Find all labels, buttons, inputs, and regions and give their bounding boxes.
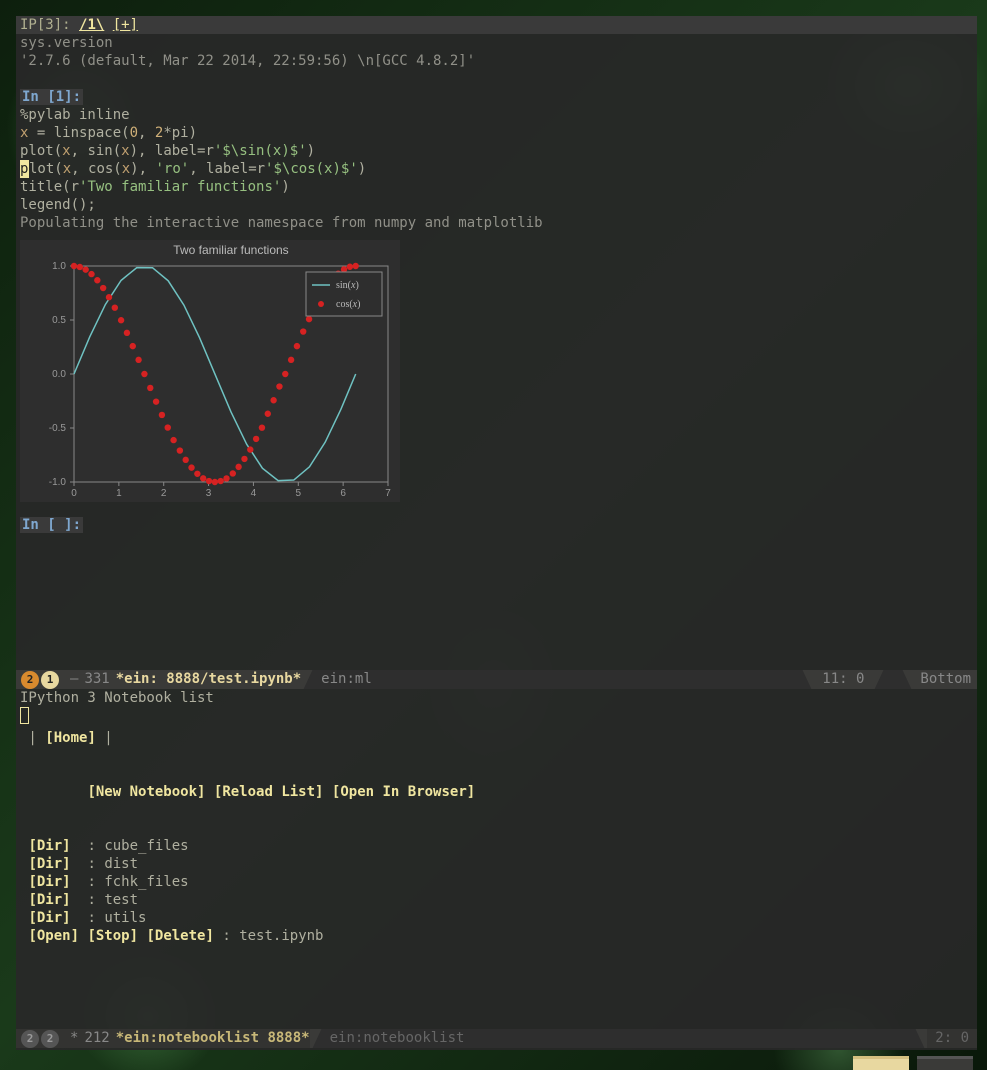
add-worksheet-button[interactable]: [+]	[113, 17, 138, 33]
dir-button[interactable]: [Dir]	[28, 874, 70, 890]
cell-0-output: sys.version '2.7.6 (default, Mar 22 2014…	[16, 34, 977, 70]
svg-text:6: 6	[340, 488, 346, 499]
dir-name[interactable]: cube_files	[104, 838, 188, 854]
buffer-padding	[16, 560, 977, 670]
taskbar-button[interactable]	[917, 1056, 973, 1070]
in-prompt: In [1]:	[20, 89, 83, 105]
list-item: [Dir] : dist	[20, 855, 973, 873]
code-line[interactable]: plot(x, sin(x), label=r'$\sin(x)$')	[20, 142, 973, 160]
output-line: '2.7.6 (default, Mar 22 2014, 22:59:56) …	[20, 52, 973, 70]
svg-text:0.5: 0.5	[52, 315, 66, 326]
code-line[interactable]: plot(x, cos(x), 'ro', label=r'$\cos(x)$'…	[20, 160, 973, 178]
svg-text:7: 7	[385, 488, 391, 499]
workspace-indicator[interactable]: 2	[21, 1030, 39, 1048]
svg-text:cos(x): cos(x)	[336, 299, 360, 310]
modified-indicator: —	[70, 670, 78, 689]
svg-text:2: 2	[161, 488, 167, 499]
svg-text:0: 0	[71, 488, 77, 499]
modified-indicator: *	[70, 1029, 78, 1048]
dir-button[interactable]: [Dir]	[28, 910, 70, 926]
delete-button[interactable]: [Delete]	[146, 928, 213, 944]
svg-text:5: 5	[296, 488, 302, 499]
svg-text:0.0: 0.0	[52, 369, 66, 380]
open-button[interactable]: [Open]	[28, 928, 79, 944]
svg-text:1.0: 1.0	[52, 261, 66, 272]
scroll-position: Bottom	[914, 670, 977, 689]
code-line[interactable]: x = linspace(0, 2*pi)	[20, 124, 973, 142]
list-item: [Dir] : test	[20, 891, 973, 909]
svg-text:sin(x): sin(x)	[336, 280, 359, 291]
modeline-bottom: 2 2 * 212 *ein:notebooklist 8888* ein:no…	[16, 1029, 977, 1048]
file-name[interactable]: test.ipynb	[239, 928, 323, 944]
reload-list-button[interactable]: [Reload List]	[214, 784, 324, 800]
plot-output: Two familiar functions 0 1 2 3 4 5 6 7 -1.0 -0.5 0.…	[20, 240, 400, 502]
list-item: [Dir] : fchk_files	[20, 873, 973, 891]
dir-button[interactable]: [Dir]	[28, 838, 70, 854]
point-cursor: p	[20, 160, 29, 178]
notebooklist-buffer[interactable]: IPython 3 Notebook list | [Home] | [New …	[16, 689, 977, 1050]
cursor-position: 2: 0	[927, 1029, 977, 1048]
taskbar	[0, 1056, 987, 1070]
major-mode: ein:ml	[315, 670, 378, 689]
svg-text:1: 1	[116, 488, 122, 499]
taskbar-button[interactable]	[853, 1056, 909, 1070]
list-item: [Dir] : cube_files	[20, 837, 973, 855]
dir-name[interactable]: test	[104, 892, 138, 908]
dir-button[interactable]: [Dir]	[28, 892, 70, 908]
list-item: [Open] [Stop] [Delete] : test.ipynb	[20, 927, 973, 945]
dir-name[interactable]: dist	[104, 856, 138, 872]
dir-name[interactable]: utils	[104, 910, 146, 926]
svg-text:4: 4	[251, 488, 257, 499]
list-item: [Dir] : utils	[20, 909, 973, 927]
cell-1-stdout: Populating the interactive namespace fro…	[20, 214, 973, 232]
svg-text:-0.5: -0.5	[49, 423, 67, 434]
open-in-browser-button[interactable]: [Open In Browser]	[332, 784, 475, 800]
line-number: 331	[84, 670, 109, 689]
dir-button[interactable]: [Dir]	[28, 856, 70, 872]
point-cursor	[20, 707, 29, 724]
cell-2[interactable]: In [ ]:	[16, 516, 977, 552]
breadcrumb: | [Home] |	[20, 729, 973, 747]
stop-button[interactable]: [Stop]	[87, 928, 138, 944]
cell-1[interactable]: In [1]: %pylab inline x = linspace(0, 2*…	[16, 88, 977, 502]
notebook-header: IP[3]: /1\ [+]	[16, 16, 977, 34]
buffer-name[interactable]: *ein: 8888/test.ipynb*	[116, 670, 301, 689]
notebooklist-title: IPython 3 Notebook list	[20, 689, 973, 707]
window-indicator[interactable]: 1	[41, 671, 59, 689]
major-mode: ein:notebooklist	[324, 1029, 471, 1048]
code-line[interactable]: title(r'Two familiar functions')	[20, 178, 973, 196]
dir-name[interactable]: fchk_files	[104, 874, 188, 890]
code-line[interactable]: legend();	[20, 196, 973, 214]
code-line[interactable]: %pylab inline	[20, 106, 973, 124]
new-notebook-button[interactable]: [New Notebook]	[87, 784, 205, 800]
notebook-buffer[interactable]: IP[3]: /1\ [+] sys.version '2.7.6 (defau…	[16, 16, 977, 689]
modeline-top: 2 1 — 331 *ein: 8888/test.ipynb* ein:ml …	[16, 670, 977, 689]
svg-text:-1.0: -1.0	[49, 477, 67, 488]
output-line: sys.version	[20, 34, 973, 52]
line-number: 212	[84, 1029, 109, 1048]
workspace-indicator[interactable]: 2	[21, 671, 39, 689]
window-indicator[interactable]: 2	[41, 1030, 59, 1048]
svg-text:Two familiar functions: Two familiar functions	[173, 243, 288, 257]
svg-text:3: 3	[206, 488, 212, 499]
buffer-name[interactable]: *ein:notebooklist 8888*	[116, 1029, 310, 1048]
in-prompt: In [ ]:	[20, 517, 83, 533]
worksheet-tab-active[interactable]: /1\	[79, 17, 104, 33]
home-link[interactable]: [Home]	[45, 730, 96, 746]
emacs-frame: IP[3]: /1\ [+] sys.version '2.7.6 (defau…	[16, 16, 977, 1050]
kernel-label: IP[3]:	[20, 17, 71, 33]
cursor-position: 11: 0	[814, 670, 872, 689]
